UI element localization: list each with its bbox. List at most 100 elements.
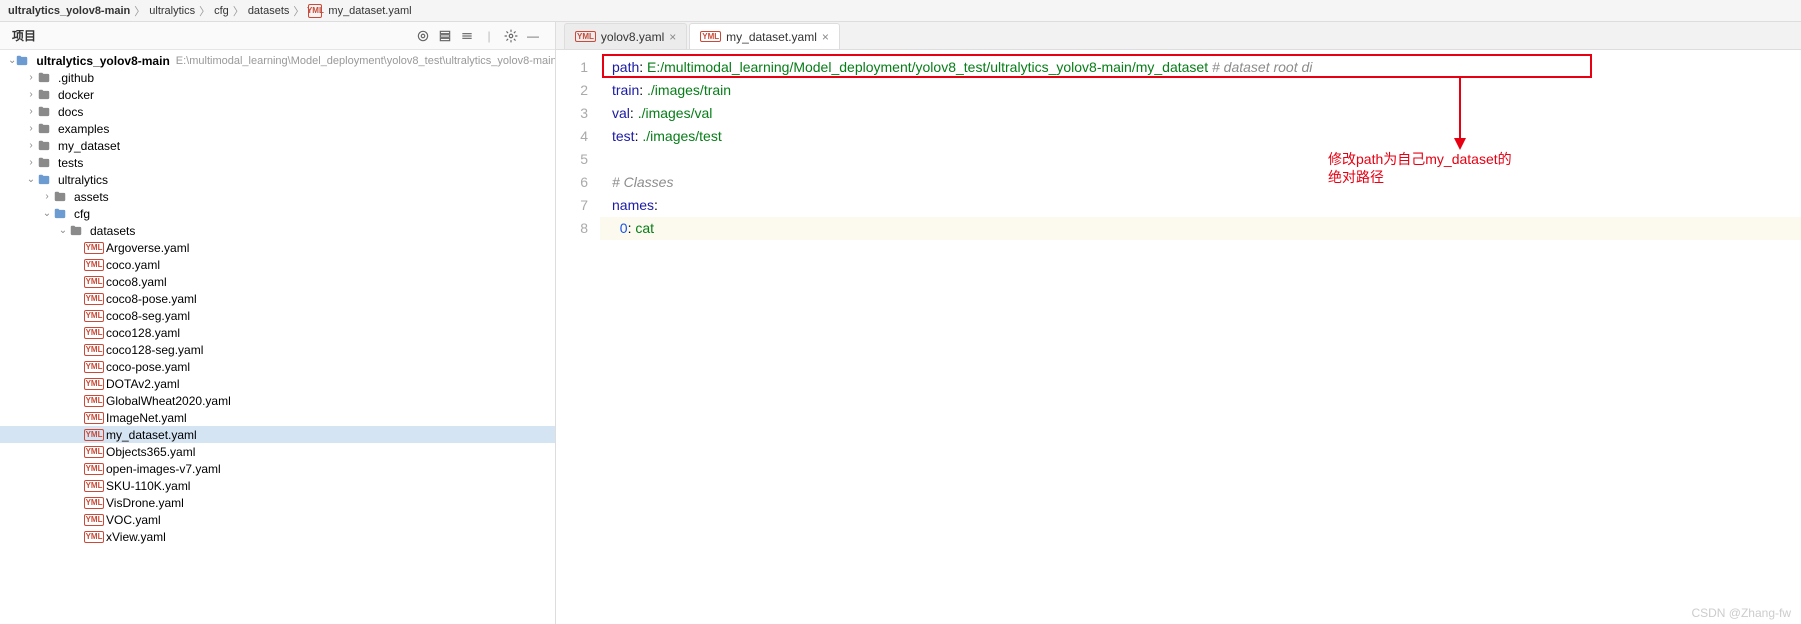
tree-label: SKU-110K.yaml: [106, 479, 190, 493]
yaml-file-icon: YML: [700, 31, 721, 42]
tree-row[interactable]: › assets: [0, 188, 555, 205]
tree-row[interactable]: YML DOTAv2.yaml: [0, 375, 555, 392]
tree-row[interactable]: ⌄ datasets: [0, 222, 555, 239]
yaml-file-icon: YML: [86, 395, 102, 407]
yaml-file-icon: YML: [86, 514, 102, 526]
yaml-file-icon: YML: [86, 361, 102, 373]
breadcrumb-part[interactable]: ultralytics: [149, 5, 195, 17]
tree-row[interactable]: ⌄ ultralytics: [0, 171, 555, 188]
project-panel: 项目 | — ⌄ ultralytics_yolov8-main E:\mult…: [0, 22, 556, 624]
close-icon[interactable]: ×: [669, 30, 676, 44]
tree-row[interactable]: › .github: [0, 69, 555, 86]
tree-row[interactable]: YML VisDrone.yaml: [0, 494, 555, 511]
code-line[interactable]: train: ./images/train: [600, 79, 1801, 102]
close-icon[interactable]: ×: [822, 30, 829, 44]
yaml-file-icon: YML: [308, 4, 322, 18]
tree-row[interactable]: YML Objects365.yaml: [0, 443, 555, 460]
chevron-right-icon[interactable]: ›: [24, 140, 38, 151]
tree-row[interactable]: YML open-images-v7.yaml: [0, 460, 555, 477]
tree-row[interactable]: ⌄ cfg: [0, 205, 555, 222]
tree-row[interactable]: › docs: [0, 103, 555, 120]
target-icon[interactable]: [413, 26, 433, 46]
tree-row[interactable]: YML coco128-seg.yaml: [0, 341, 555, 358]
folder-icon: [54, 190, 70, 204]
breadcrumb-part[interactable]: cfg: [214, 5, 229, 17]
chevron-right-icon[interactable]: ›: [24, 89, 38, 100]
expand-icon[interactable]: [457, 26, 477, 46]
yaml-file-icon: YML: [86, 378, 102, 390]
chevron-right-icon[interactable]: ›: [24, 72, 38, 83]
line-number: 3: [556, 102, 588, 125]
settings-icon[interactable]: [501, 26, 521, 46]
tree-row[interactable]: YML coco.yaml: [0, 256, 555, 273]
tree-label: VisDrone.yaml: [106, 496, 184, 510]
chevron-right-icon[interactable]: ›: [40, 191, 54, 202]
breadcrumb-part[interactable]: datasets: [248, 5, 290, 17]
editor-tab[interactable]: YML yolov8.yaml ×: [564, 23, 687, 49]
editor-tabs: YML yolov8.yaml × YML my_dataset.yaml ×: [556, 22, 1801, 50]
tree-label: examples: [58, 122, 109, 136]
tree-label: cfg: [74, 207, 90, 221]
chevron-right-icon: 〉: [233, 3, 244, 19]
tree-row[interactable]: › my_dataset: [0, 137, 555, 154]
annotation-line: 绝对路径: [1328, 168, 1512, 186]
tree-row[interactable]: › docker: [0, 86, 555, 103]
tree-row[interactable]: YML ImageNet.yaml: [0, 409, 555, 426]
hide-icon[interactable]: —: [523, 26, 543, 46]
tree-label: coco128-seg.yaml: [106, 343, 203, 357]
code-line[interactable]: path: E:/multimodal_learning/Model_deplo…: [600, 56, 1801, 79]
tree-row[interactable]: YML coco8-seg.yaml: [0, 307, 555, 324]
tree-label: open-images-v7.yaml: [106, 462, 221, 476]
line-gutter: 12345678: [556, 50, 600, 624]
tree-row[interactable]: YML VOC.yaml: [0, 511, 555, 528]
tree-row[interactable]: › tests: [0, 154, 555, 171]
tree-row[interactable]: YML coco128.yaml: [0, 324, 555, 341]
breadcrumb-project[interactable]: ultralytics_yolov8-main: [8, 5, 130, 17]
tree-row[interactable]: YML Argoverse.yaml: [0, 239, 555, 256]
yaml-file-icon: YML: [86, 429, 102, 441]
tree-row[interactable]: YML GlobalWheat2020.yaml: [0, 392, 555, 409]
tree-row[interactable]: YML coco8-pose.yaml: [0, 290, 555, 307]
tree-row[interactable]: YML xView.yaml: [0, 528, 555, 545]
yaml-file-icon: YML: [86, 446, 102, 458]
line-number: 6: [556, 171, 588, 194]
tab-label: yolov8.yaml: [601, 30, 664, 44]
editor-tab[interactable]: YML my_dataset.yaml ×: [689, 23, 840, 49]
code-line[interactable]: # Classes: [600, 171, 1801, 194]
chevron-down-icon[interactable]: ⌄: [24, 174, 38, 185]
chevron-down-icon[interactable]: ⌄: [40, 208, 54, 219]
tree-row[interactable]: YML coco8.yaml: [0, 273, 555, 290]
code-line[interactable]: val: ./images/val: [600, 102, 1801, 125]
chevron-right-icon[interactable]: ›: [24, 106, 38, 117]
code-line[interactable]: 0: cat: [600, 217, 1801, 240]
chevron-right-icon[interactable]: ›: [24, 123, 38, 134]
tree-label: docker: [58, 88, 94, 102]
tree-row[interactable]: YML my_dataset.yaml: [0, 426, 555, 443]
code-line[interactable]: [600, 148, 1801, 171]
tree-row[interactable]: YML SKU-110K.yaml: [0, 477, 555, 494]
editor-body[interactable]: 12345678 path: E:/multimodal_learning/Mo…: [556, 50, 1801, 624]
yaml-file-icon: YML: [86, 344, 102, 356]
yaml-file-icon: YML: [86, 463, 102, 475]
tree-label: coco8-seg.yaml: [106, 309, 190, 323]
folder-icon: [38, 173, 54, 187]
tree-row[interactable]: ⌄ ultralytics_yolov8-main E:\multimodal_…: [0, 52, 555, 69]
tree-label: coco.yaml: [106, 258, 160, 272]
breadcrumb-file[interactable]: my_dataset.yaml: [328, 5, 411, 17]
project-tree[interactable]: ⌄ ultralytics_yolov8-main E:\multimodal_…: [0, 50, 555, 624]
folder-icon: [16, 54, 32, 68]
code-line[interactable]: test: ./images/test: [600, 125, 1801, 148]
tree-row[interactable]: › examples: [0, 120, 555, 137]
chevron-right-icon[interactable]: ›: [24, 157, 38, 168]
code-area[interactable]: path: E:/multimodal_learning/Model_deplo…: [600, 50, 1801, 624]
code-line[interactable]: names:: [600, 194, 1801, 217]
tab-label: my_dataset.yaml: [726, 30, 817, 44]
folder-icon: [54, 207, 70, 221]
tree-label: ultralytics: [58, 173, 108, 187]
collapse-icon[interactable]: [435, 26, 455, 46]
line-number: 2: [556, 79, 588, 102]
chevron-down-icon[interactable]: ⌄: [56, 225, 70, 236]
tree-label: VOC.yaml: [106, 513, 161, 527]
tree-row[interactable]: YML coco-pose.yaml: [0, 358, 555, 375]
chevron-right-icon: 〉: [134, 3, 145, 19]
